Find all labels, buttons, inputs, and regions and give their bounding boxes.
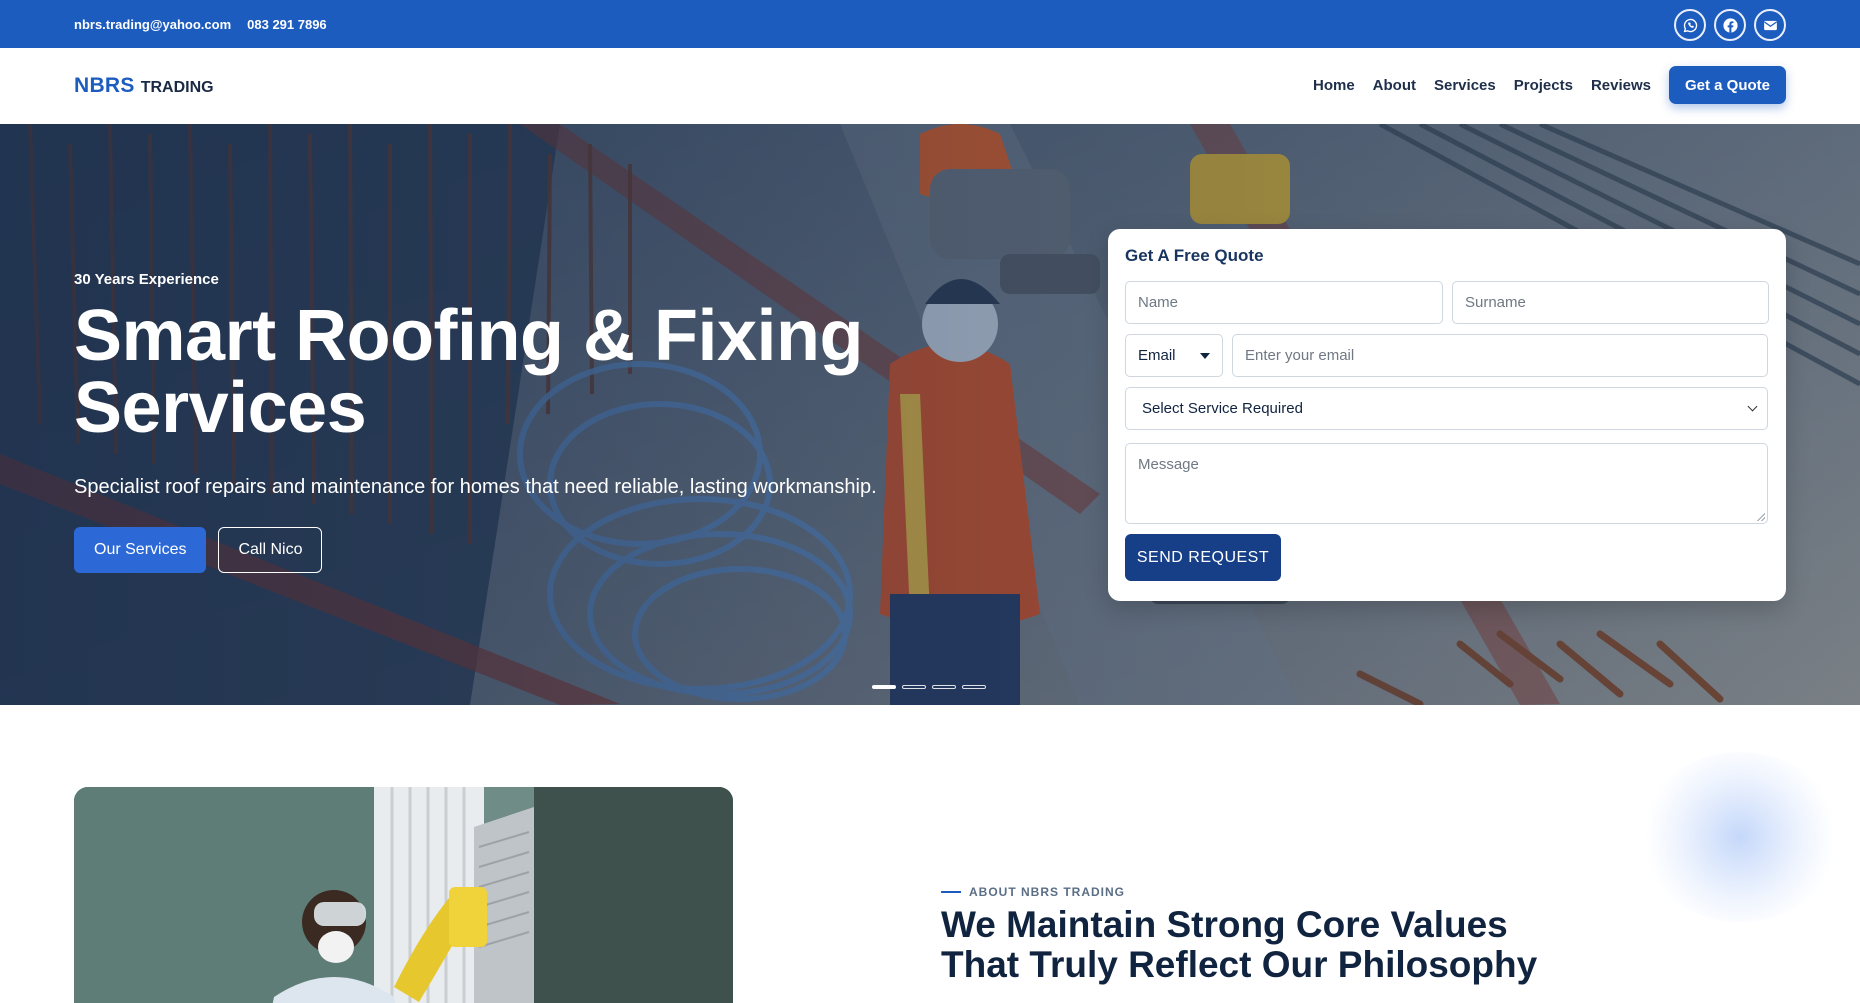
slider-dot-1[interactable] — [872, 685, 896, 689]
hero-title-line-2: Services — [74, 368, 367, 448]
main-navbar: NBRS TRADING Home About Services Project… — [0, 48, 1860, 124]
decorative-blob — [1640, 752, 1840, 922]
contact-info: nbrs.trading@yahoo.com 083 291 7896 — [74, 0, 327, 48]
about-title-line-2: That Truly Reflect Our Philosophy — [941, 944, 1538, 985]
hero-title-line-1: Smart Roofing & Fixing — [74, 296, 863, 376]
contact-method-value: Email — [1138, 347, 1176, 364]
brand-logo[interactable]: NBRS TRADING — [74, 74, 214, 98]
about-photo — [74, 787, 733, 1003]
slider-dot-2[interactable] — [902, 685, 926, 689]
hero-content: 30 Years Experience Smart Roofing & Fixi… — [74, 271, 954, 573]
send-request-button[interactable]: SEND REQUEST — [1125, 534, 1281, 581]
about-title-line-1: We Maintain Strong Core Values — [941, 904, 1508, 945]
mail-icon[interactable] — [1754, 9, 1786, 41]
logo-sub: TRADING — [140, 79, 214, 96]
slider-dot-3[interactable] — [932, 685, 956, 689]
about-title: We Maintain Strong Core Values That Trul… — [941, 905, 1641, 985]
nav-link-projects[interactable]: Projects — [1514, 77, 1573, 94]
facebook-icon[interactable] — [1714, 9, 1746, 41]
message-placeholder: Message — [1138, 456, 1199, 473]
nav-menu: Home About Services Projects Reviews Get… — [1313, 66, 1786, 104]
hero-title: Smart Roofing & Fixing Services — [74, 300, 954, 444]
caret-down-icon — [1200, 353, 1210, 359]
name-input[interactable]: Name — [1125, 281, 1443, 324]
email-input[interactable]: Enter your email — [1232, 334, 1768, 377]
our-services-button[interactable]: Our Services — [74, 527, 207, 573]
logo-main: NBRS — [74, 74, 135, 97]
get-quote-button[interactable]: Get a Quote — [1668, 66, 1786, 104]
nav-link-about[interactable]: About — [1373, 77, 1416, 94]
nav-link-reviews[interactable]: Reviews — [1591, 77, 1651, 94]
about-eyebrow: ABOUT NBRS TRADING — [941, 885, 1125, 899]
service-select[interactable]: Select Service Required — [1125, 387, 1768, 430]
eyebrow-line — [941, 891, 961, 893]
slider-dot-4[interactable] — [962, 685, 986, 689]
hero-subtitle: Specialist roof repairs and maintenance … — [74, 476, 877, 498]
surname-input[interactable]: Surname — [1452, 281, 1769, 324]
about-tag-text: ABOUT NBRS TRADING — [969, 885, 1125, 899]
message-textarea[interactable]: Message — [1125, 443, 1768, 524]
resize-grip-icon[interactable] — [1757, 513, 1765, 521]
contact-method-select[interactable]: Email — [1125, 334, 1223, 377]
chevron-down-icon — [1747, 401, 1758, 412]
hero-buttons: Our Services Call Nico — [74, 527, 954, 573]
contact-phone[interactable]: 083 291 7896 — [247, 17, 327, 32]
nav-link-home[interactable]: Home — [1313, 77, 1355, 94]
call-nico-button[interactable]: Call Nico — [218, 527, 323, 573]
social-links — [1674, 9, 1786, 41]
slider-dots — [872, 685, 986, 689]
service-select-value: Select Service Required — [1142, 400, 1303, 417]
quote-form: Get A Free Quote Name Surname Email Ente… — [1108, 229, 1786, 601]
contact-email[interactable]: nbrs.trading@yahoo.com — [74, 17, 231, 32]
about-image — [74, 787, 733, 1003]
nav-link-services[interactable]: Services — [1434, 77, 1496, 94]
quote-form-title: Get A Free Quote — [1125, 246, 1264, 265]
whatsapp-icon[interactable] — [1674, 9, 1706, 41]
top-bar: nbrs.trading@yahoo.com 083 291 7896 — [0, 0, 1860, 48]
hero-eyebrow: 30 Years Experience — [74, 271, 219, 288]
